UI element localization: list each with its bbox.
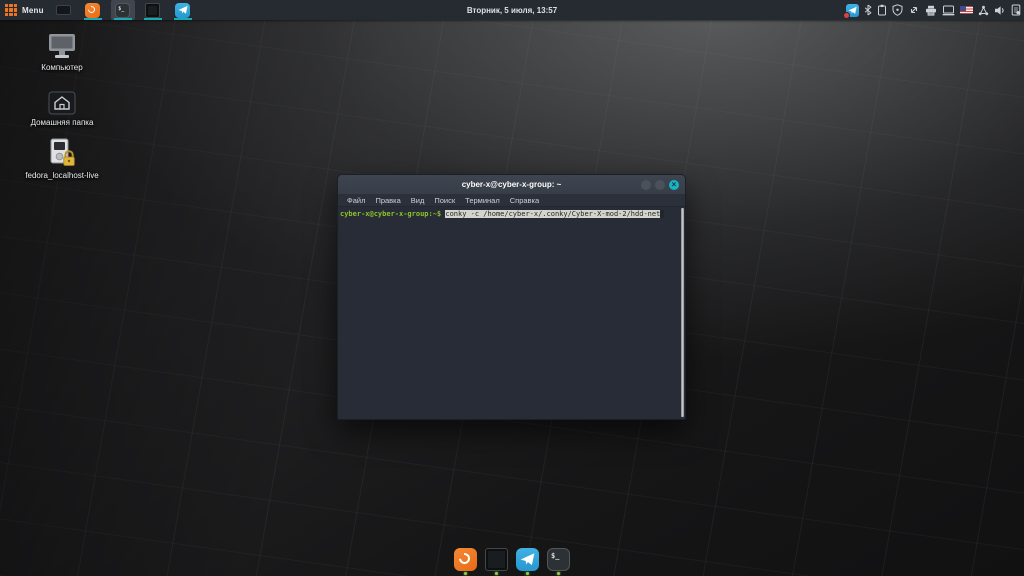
telegram-notification-icon[interactable] bbox=[846, 4, 859, 17]
bluetooth-icon[interactable] bbox=[864, 4, 872, 16]
terminal-scrollbar[interactable] bbox=[681, 208, 684, 417]
menu-view[interactable]: Вид bbox=[411, 196, 425, 205]
running-indicator bbox=[526, 572, 529, 575]
system-tray bbox=[846, 0, 1021, 20]
menu-search[interactable]: Поиск bbox=[434, 196, 455, 205]
locked-drive-icon bbox=[47, 138, 77, 168]
display-tray-icon[interactable] bbox=[942, 5, 955, 16]
computer-monitor-icon bbox=[46, 33, 78, 60]
menu-label: Menu bbox=[22, 6, 44, 15]
close-icon: × bbox=[672, 180, 677, 189]
network-share-icon[interactable] bbox=[978, 5, 989, 16]
command-selected-text: conky -c /home/cyber-x/.conky/Cyber-X-mo… bbox=[445, 210, 664, 218]
menu-button[interactable]: Menu bbox=[0, 0, 52, 20]
maximize-button[interactable] bbox=[655, 180, 665, 190]
running-indicator bbox=[464, 572, 467, 575]
keyboard-layout-us-flag[interactable] bbox=[960, 6, 973, 14]
taskbar-item-display[interactable] bbox=[141, 0, 165, 20]
menu-grid-icon bbox=[5, 4, 17, 16]
dock-item-budgie[interactable] bbox=[454, 548, 477, 575]
taskbar-item-terminal[interactable]: $_ bbox=[111, 0, 135, 20]
volume-icon[interactable] bbox=[994, 5, 1006, 16]
running-indicator bbox=[557, 572, 560, 575]
dock-item-display[interactable] bbox=[485, 548, 508, 575]
taskbar-item-budgie[interactable] bbox=[81, 0, 105, 20]
display-icon bbox=[145, 3, 160, 18]
terminal-screen[interactable]: cyber-x@cyber-x-group:~$ conky -c /home/… bbox=[338, 207, 685, 419]
menu-terminal[interactable]: Терминал bbox=[465, 196, 500, 205]
terminal-menubar: Файл Правка Вид Поиск Терминал Справка bbox=[338, 194, 685, 207]
window-buttons: × bbox=[641, 180, 679, 190]
clipboard-icon[interactable] bbox=[877, 4, 887, 16]
workspace-pager-icon[interactable] bbox=[56, 5, 71, 15]
desktop-icon-label: Компьютер bbox=[41, 63, 82, 73]
budgie-icon bbox=[454, 548, 477, 571]
telegram-icon bbox=[516, 548, 539, 571]
shell-prompt: cyber-x@cyber-x-group:~$ bbox=[340, 210, 441, 218]
taskbar: $_ bbox=[81, 0, 195, 20]
desktop-icon-label: Домашняя папка bbox=[31, 118, 94, 128]
desktop-icon-label: fedora_localhost-live bbox=[25, 171, 98, 181]
dock-item-telegram[interactable] bbox=[516, 548, 539, 575]
display-icon bbox=[485, 548, 508, 571]
printer-icon[interactable] bbox=[925, 5, 937, 16]
terminal-icon: $_ bbox=[115, 3, 130, 18]
notes-icon[interactable] bbox=[1011, 4, 1021, 16]
desktop: { "panel": { "menu_label": "Menu", "cloc… bbox=[0, 0, 1024, 576]
sync-arrows-icon[interactable] bbox=[908, 4, 920, 16]
dock-item-terminal[interactable]: $_ bbox=[547, 548, 570, 575]
home-folder-icon bbox=[48, 91, 76, 115]
top-panel: Menu $_ Вторник, 5 июля, 13:57 bbox=[0, 0, 1024, 20]
text-cursor bbox=[660, 210, 664, 218]
running-indicator bbox=[495, 572, 498, 575]
telegram-icon bbox=[175, 3, 190, 18]
panel-clock[interactable]: Вторник, 5 июля, 13:57 bbox=[467, 6, 557, 15]
menu-help[interactable]: Справка bbox=[510, 196, 539, 205]
terminal-window: cyber-x@cyber-x-group: ~ × Файл Правка В… bbox=[337, 174, 686, 420]
desktop-icon-fedora-drive[interactable]: fedora_localhost-live bbox=[20, 138, 104, 181]
terminal-icon: $_ bbox=[547, 548, 570, 571]
taskbar-item-telegram[interactable] bbox=[171, 0, 195, 20]
menu-edit[interactable]: Правка bbox=[375, 196, 400, 205]
desktop-icon-computer[interactable]: Компьютер bbox=[20, 33, 104, 73]
desktop-icon-home-folder[interactable]: Домашняя папка bbox=[20, 91, 104, 128]
menu-file[interactable]: Файл bbox=[347, 196, 365, 205]
close-button[interactable]: × bbox=[669, 180, 679, 190]
dock: $_ bbox=[454, 548, 570, 575]
shield-icon[interactable] bbox=[892, 4, 903, 16]
minimize-button[interactable] bbox=[641, 180, 651, 190]
budgie-icon bbox=[85, 3, 100, 18]
notification-badge bbox=[843, 12, 850, 19]
terminal-titlebar[interactable]: cyber-x@cyber-x-group: ~ × bbox=[338, 175, 685, 194]
window-title: cyber-x@cyber-x-group: ~ bbox=[462, 180, 562, 189]
